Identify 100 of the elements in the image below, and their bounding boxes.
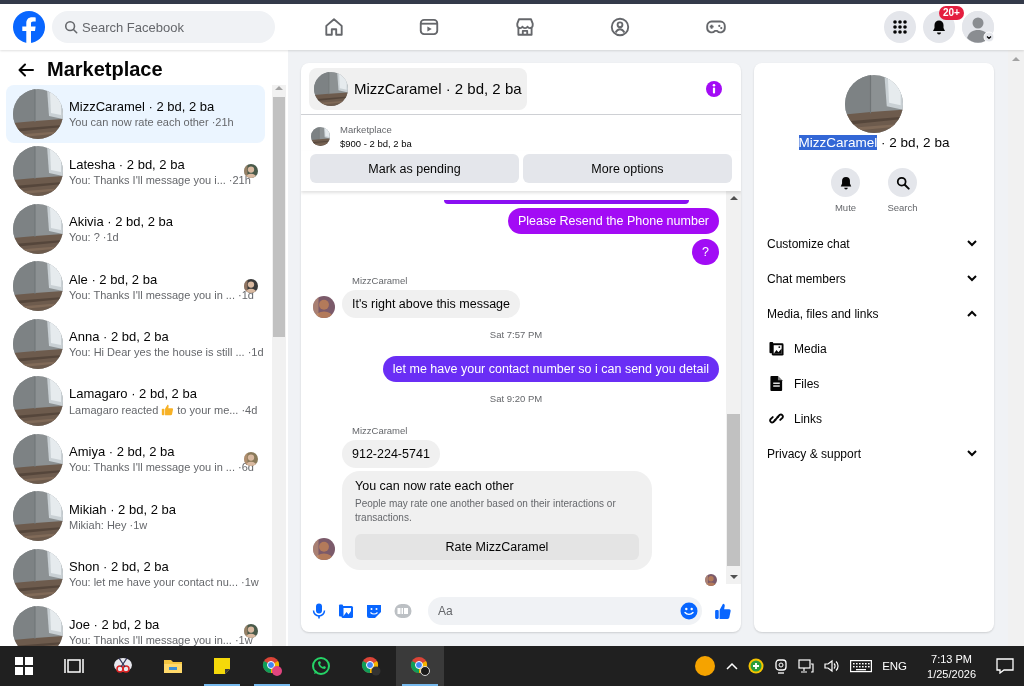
message-bubble: It's right above this message xyxy=(342,290,521,318)
clock-date[interactable]: 1/25/2026 xyxy=(927,667,976,680)
caret-up-icon[interactable] xyxy=(726,662,739,670)
message-time: ·1w xyxy=(129,518,148,531)
timestamp: Sat 9:20 PM xyxy=(489,393,543,404)
keyboard-icon[interactable] xyxy=(850,659,873,673)
conversation-name: Shon · 2 bd, 2 ba xyxy=(69,559,170,575)
conversation-item[interactable]: Akivia · 2 bd, 2 ba You: ? ·1d xyxy=(6,200,265,258)
webcam-icon[interactable] xyxy=(774,658,789,674)
conversation-item[interactable]: Latesha · 2 bd, 2 ba You: Thanks I'll message you i... ·21h xyxy=(6,142,265,200)
grid-icon xyxy=(892,19,908,35)
sticker-icon[interactable] xyxy=(366,603,382,619)
action-label: Mute xyxy=(834,202,857,213)
windows-logo-icon[interactable] xyxy=(14,656,34,676)
message-field[interactable]: Aa xyxy=(428,597,702,625)
search-icon xyxy=(895,175,910,190)
message-time: ·4d xyxy=(241,403,258,416)
browser-icon[interactable] xyxy=(360,656,381,676)
account-button[interactable] xyxy=(962,11,994,43)
message-time: ·1d xyxy=(102,231,119,244)
sticky-note-icon[interactable] xyxy=(212,656,232,676)
message-bubble: let me have your contact number so i can send you detail xyxy=(382,356,719,382)
conversation-item[interactable]: Anna · 2 bd, 2 ba You: Hi Dear yes the house is still ... ·1d xyxy=(6,315,265,373)
taskbar-button[interactable] xyxy=(396,646,444,686)
speaker-icon[interactable] xyxy=(824,658,841,674)
store-icon[interactable] xyxy=(513,16,536,38)
sender-name: MizzCaramel xyxy=(352,275,409,286)
message-preview: You: Hi Dear yes the house is still ... xyxy=(69,346,245,359)
plus-icon[interactable] xyxy=(748,658,765,674)
emoji-icon[interactable] xyxy=(680,602,698,620)
conversation-item[interactable]: Lamagaro · 2 bd, 2 ba Lamagaro reacted to your me... ·4d xyxy=(6,372,265,430)
conversation-name: Mikiah · 2 bd, 2 ba xyxy=(69,501,177,517)
avatar-icon xyxy=(962,11,994,43)
message-time: ·21h xyxy=(228,173,251,186)
mute-button[interactable] xyxy=(831,168,860,197)
conversation-title[interactable]: MizzCaramel · 2 bd, 2 ba xyxy=(309,67,527,110)
search-button[interactable] xyxy=(888,168,917,197)
timestamp: Sat 7:57 PM xyxy=(489,329,543,340)
link-icon xyxy=(768,411,784,426)
message-time: ·1w xyxy=(234,633,253,646)
section-header[interactable]: Customize chat xyxy=(767,226,981,261)
conversation-name: Joe · 2 bd, 2 ba xyxy=(69,616,161,632)
home-icon[interactable] xyxy=(322,16,345,38)
conversation-item[interactable]: MizzCaramel · 2 bd, 2 ba You can now rate each other ·21h xyxy=(6,85,265,143)
browser-icon[interactable] xyxy=(261,656,282,676)
section-header[interactable]: Privacy & support xyxy=(767,436,981,471)
scrollbar[interactable] xyxy=(272,85,286,646)
action-button[interactable]: Mark as pending xyxy=(310,154,519,183)
conversation-name: MizzCaramel · 2 bd, 2 ba xyxy=(69,99,216,115)
microphone-icon[interactable] xyxy=(312,603,326,619)
scrollbar[interactable] xyxy=(726,191,741,584)
scroll-up-icon[interactable] xyxy=(729,195,738,201)
conversation-item[interactable]: Ale · 2 bd, 2 ba You: Thanks I'll message you in ... ·1d xyxy=(6,257,265,315)
logo-icon[interactable] xyxy=(13,11,45,43)
scroll-down-icon[interactable] xyxy=(729,574,738,580)
language-indicator[interactable]: ENG xyxy=(882,660,908,672)
section-header[interactable]: Chat members xyxy=(767,261,981,296)
conversation-item[interactable]: Mikiah · 2 bd, 2 ba Mikiah: Hey ·1w xyxy=(6,487,265,545)
scissors-icon[interactable] xyxy=(113,656,133,676)
photo-icon[interactable] xyxy=(338,603,354,619)
browser-icon[interactable] xyxy=(410,656,430,676)
section-item[interactable]: Media xyxy=(767,331,981,366)
bell-icon xyxy=(838,175,853,190)
section-header[interactable]: Media, files and links xyxy=(767,296,981,331)
network-icon[interactable] xyxy=(798,658,815,674)
menu-button[interactable] xyxy=(884,11,916,43)
clock-time[interactable]: 7:13 PM xyxy=(931,652,972,665)
conversation-name: Lamagaro · 2 bd, 2 ba xyxy=(69,386,198,402)
groups-icon[interactable] xyxy=(609,16,632,38)
message-bubble: Please Resend the Phone number xyxy=(507,208,719,234)
conversation-name: Anna · 2 bd, 2 ba xyxy=(69,329,170,345)
bell-icon xyxy=(931,19,947,35)
info-icon[interactable] xyxy=(705,79,723,98)
card-title: You can now rate each other xyxy=(355,479,515,493)
thumbs-up-icon[interactable] xyxy=(714,602,732,620)
message-preview: You: Thanks I'll message you in ... xyxy=(69,288,235,301)
search-field[interactable]: Search Facebook xyxy=(52,11,275,43)
panel-title: Marketplace xyxy=(47,58,163,81)
section-item[interactable]: Files xyxy=(767,366,981,401)
action-button[interactable]: More options xyxy=(523,154,732,183)
task-view-icon[interactable] xyxy=(63,656,84,676)
section-item[interactable]: Links xyxy=(767,401,981,436)
message-time: ·21h xyxy=(211,116,234,129)
chat-bubble-icon[interactable] xyxy=(311,656,331,676)
rate-button[interactable]: Rate MizzCaramel xyxy=(355,534,639,560)
weather-icon[interactable] xyxy=(694,655,717,677)
message-preview: to your me... xyxy=(177,403,239,416)
conversation-name: Akivia · 2 bd, 2 ba xyxy=(69,214,175,230)
notification-icon[interactable] xyxy=(996,658,1014,674)
document-icon xyxy=(769,376,783,391)
sender-name: MizzCaramel xyxy=(352,425,409,436)
conversation-item[interactable]: Shon · 2 bd, 2 ba You: let me have your contact nu... ·1w xyxy=(6,545,265,603)
message-time: ·1d xyxy=(247,346,264,359)
message-time: ·1d xyxy=(238,288,254,301)
video-icon[interactable] xyxy=(418,16,441,38)
message-preview: You: ? xyxy=(69,231,100,244)
message-bubble: ? xyxy=(692,239,719,265)
notification-badge: 20+ xyxy=(939,6,964,20)
message-preview: You can now rate each other xyxy=(69,116,209,129)
message-preview: You: Thanks I'll message you in ... xyxy=(69,461,235,474)
